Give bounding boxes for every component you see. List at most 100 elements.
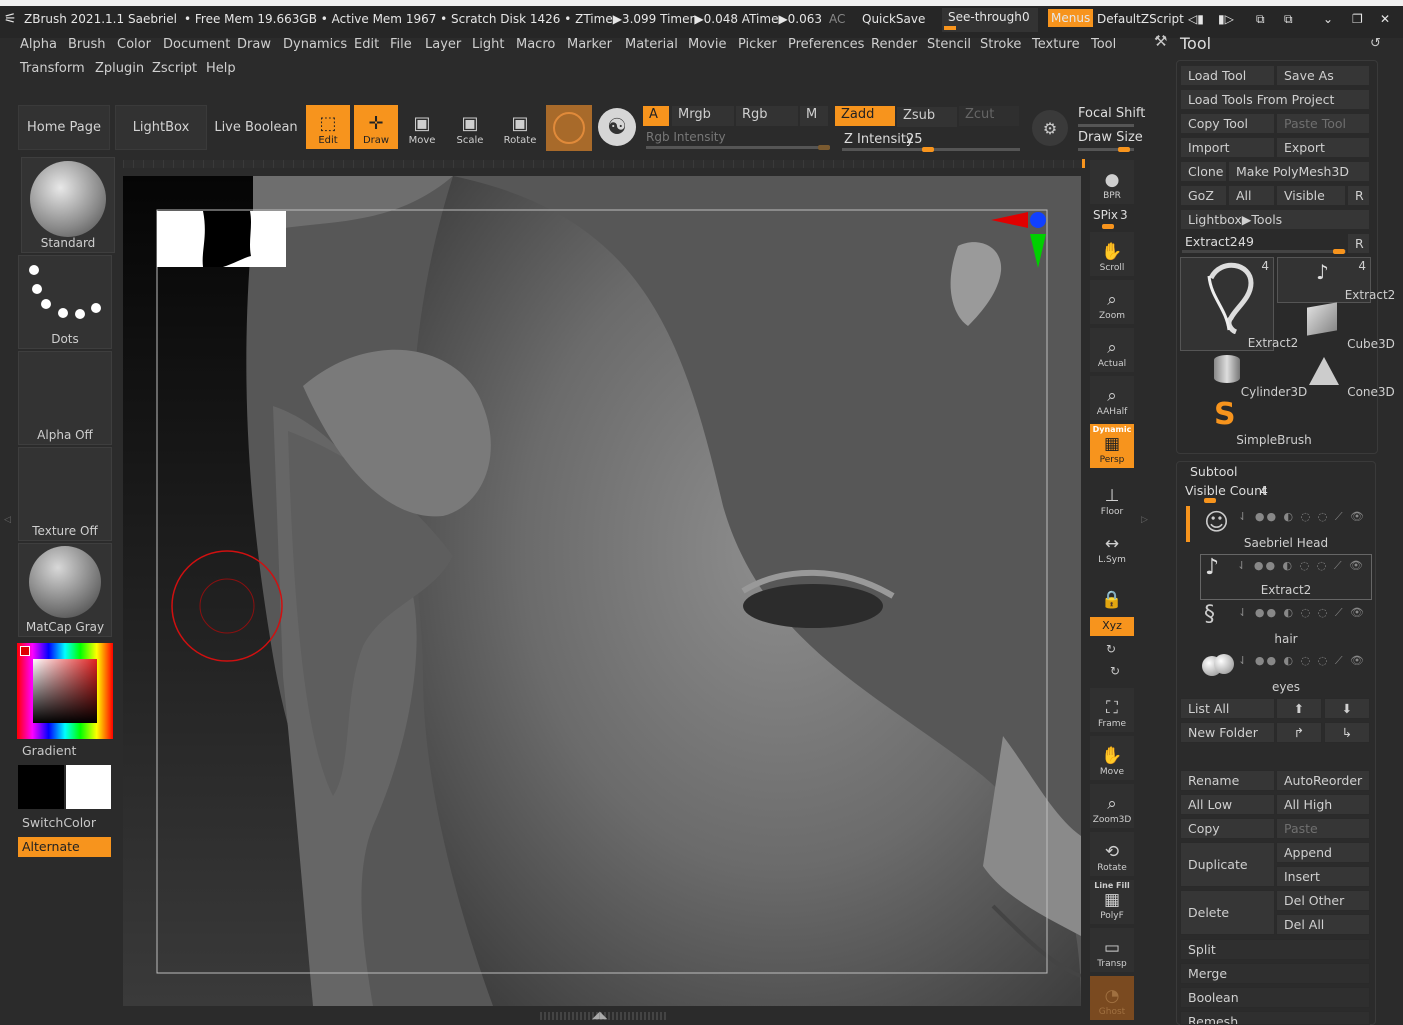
move-subtool-up-icon[interactable]: ⬆ xyxy=(1276,698,1322,719)
menu-dynamics[interactable]: Dynamics xyxy=(283,37,347,52)
menu-stencil[interactable]: Stencil xyxy=(927,37,971,52)
rotate-mode-button[interactable]: ▣ Rotate xyxy=(498,105,542,149)
lightbox-tools-button[interactable]: Lightbox▶Tools xyxy=(1180,209,1370,230)
edit-mode-button[interactable]: ⬚ Edit xyxy=(306,105,350,149)
layout-alt-icon[interactable]: ⧉ xyxy=(1284,12,1293,27)
bpr-button[interactable]: ● BPR xyxy=(1090,160,1134,204)
menu-texture[interactable]: Texture xyxy=(1032,37,1080,52)
minimize-icon[interactable]: ⌄ xyxy=(1323,12,1333,26)
tool-thumb-extract2[interactable]: ♪ 4 Extract2 xyxy=(1277,257,1395,303)
subtool-item[interactable]: ♪ ⇃ ●● ◐ ◌ ◌ ⟋ 👁 Extract2 xyxy=(1200,554,1372,600)
move-mode-button[interactable]: ▣ Move xyxy=(400,105,444,149)
subtool-item[interactable]: § ⇃ ●● ◐ ◌ ◌ ⟋ 👁 hair xyxy=(1200,602,1372,648)
menu-color[interactable]: Color xyxy=(117,37,151,52)
frame-button[interactable]: ⛶ Frame xyxy=(1090,688,1134,732)
rgb-intensity-slider[interactable] xyxy=(646,146,830,149)
color-selector[interactable] xyxy=(20,646,30,656)
move-view-button[interactable]: ✋ Move xyxy=(1090,736,1134,780)
paste-tool-button[interactable]: Paste Tool xyxy=(1276,113,1370,134)
zoom-button[interactable]: ⌕ Zoom xyxy=(1090,280,1134,324)
duplicate-button[interactable]: Duplicate xyxy=(1180,842,1275,887)
color-picker-square[interactable] xyxy=(33,659,97,723)
rgb-toggle[interactable]: Rgb xyxy=(736,106,798,126)
clone-button[interactable]: Clone xyxy=(1180,161,1227,182)
color-picker[interactable] xyxy=(17,643,113,739)
sculpt-viewport[interactable] xyxy=(123,176,1081,1006)
folder-arrow-icon[interactable]: ↳ xyxy=(1324,722,1370,743)
mrgb-toggle[interactable]: Mrgb xyxy=(672,106,734,126)
tool-thumb-cylinder3d[interactable]: Cylinder3D xyxy=(1180,353,1307,399)
alternate-button[interactable]: Alternate xyxy=(18,837,111,857)
make-polymesh3d-button[interactable]: Make PolyMesh3D xyxy=(1228,161,1370,182)
right-tray-collapse-icon[interactable]: ▷ xyxy=(1141,515,1148,525)
visible-count-slider[interactable] xyxy=(1204,498,1216,503)
spotlight-icon[interactable]: ☯ xyxy=(598,108,636,146)
menu-brush[interactable]: Brush xyxy=(68,37,106,52)
all-high-button[interactable]: All High xyxy=(1276,794,1370,815)
default-zscript-button[interactable]: DefaultZScript xyxy=(1097,12,1184,26)
delete-button[interactable]: Delete xyxy=(1180,890,1275,935)
rotate-view-button[interactable]: ⟲ Rotate xyxy=(1090,832,1134,876)
menu-macro[interactable]: Macro xyxy=(516,37,555,52)
subtool-toggle-icons[interactable]: ⇃ ●● ◐ ◌ ◌ ⟋ 👁 xyxy=(1238,510,1366,524)
switchcolor-button[interactable]: SwitchColor xyxy=(22,815,96,830)
xyz-button[interactable]: Xyz xyxy=(1090,617,1134,636)
rotate-z-icon[interactable]: ↻ xyxy=(1110,664,1120,678)
menu-picker[interactable]: Picker xyxy=(738,37,777,52)
menu-tool[interactable]: Tool xyxy=(1091,37,1116,52)
list-all-button[interactable]: List All xyxy=(1180,698,1275,719)
menu-marker[interactable]: Marker xyxy=(567,37,612,52)
tool-panel-reset-icon[interactable]: ↺ xyxy=(1370,36,1381,51)
goz-r-button[interactable]: R xyxy=(1347,185,1370,206)
goz-button[interactable]: GoZ xyxy=(1180,185,1227,206)
m-toggle[interactable]: M xyxy=(800,106,828,126)
menu-draw[interactable]: Draw xyxy=(237,37,271,52)
subtool-title[interactable]: Subtool xyxy=(1190,464,1237,479)
brush-settings-icon[interactable]: ⚙ xyxy=(1032,110,1068,146)
rotate-y-icon[interactable]: ↻ xyxy=(1106,642,1116,656)
import-button[interactable]: Import xyxy=(1180,137,1275,158)
scale-mode-button[interactable]: ▣ Scale xyxy=(448,105,492,149)
tool-thumb-cone3d[interactable]: Cone3D xyxy=(1277,353,1395,399)
load-tool-button[interactable]: Load Tool xyxy=(1180,65,1275,86)
a-toggle[interactable]: A xyxy=(643,106,669,126)
lsym-button[interactable]: ↔ L.Sym xyxy=(1090,524,1134,568)
material-thumbnail[interactable]: MatCap Gray xyxy=(18,543,112,637)
export-button[interactable]: Export xyxy=(1276,137,1370,158)
append-button[interactable]: Append xyxy=(1276,842,1370,863)
goz-visible-button[interactable]: Visible xyxy=(1276,185,1346,206)
autoreorder-button[interactable]: AutoReorder xyxy=(1276,770,1370,791)
tool-thumb-extract2-large[interactable]: 4 Extract2 xyxy=(1180,257,1298,351)
actual-button[interactable]: ⌕ Actual xyxy=(1090,328,1134,372)
persp-button[interactable]: Dynamic ▦ Persp xyxy=(1090,424,1134,468)
zoom3d-button[interactable]: ⌕ Zoom3D xyxy=(1090,784,1134,828)
subtool-toggle-icons[interactable]: ⇃ ●● ◐ ◌ ◌ ⟋ 👁 xyxy=(1238,606,1366,620)
lock-button[interactable]: 🔒 xyxy=(1090,570,1134,614)
subtool-toggle-icons[interactable]: ⇃ ●● ◐ ◌ ◌ ⟋ 👁 xyxy=(1238,654,1366,668)
copy-subtool-button[interactable]: Copy xyxy=(1180,818,1275,839)
rename-button[interactable]: Rename xyxy=(1180,770,1275,791)
draw-size-label[interactable]: Draw Size xyxy=(1078,130,1143,145)
menu-edit[interactable]: Edit xyxy=(354,37,379,52)
tool-thumb-cube3d[interactable]: Cube3D xyxy=(1277,302,1395,351)
zsub-toggle[interactable]: Zsub xyxy=(897,107,957,127)
maximize-icon[interactable]: ❐ xyxy=(1352,12,1363,26)
menu-stroke[interactable]: Stroke xyxy=(980,37,1021,52)
gradient-label[interactable]: Gradient xyxy=(22,743,76,758)
spix-slider[interactable] xyxy=(1102,224,1114,229)
menu-preferences[interactable]: Preferences xyxy=(788,37,864,52)
boolean-section[interactable]: Boolean xyxy=(1180,987,1370,1008)
menu-zplugin[interactable]: Zplugin xyxy=(95,61,144,76)
merge-section[interactable]: Merge xyxy=(1180,963,1370,984)
stroke-thumbnail[interactable]: Dots xyxy=(18,255,112,349)
document-canvas[interactable] xyxy=(123,176,1081,1006)
ghost-button[interactable]: ◔ Ghost xyxy=(1090,976,1134,1020)
transp-button[interactable]: ▭ Transp xyxy=(1090,928,1134,972)
split-section[interactable]: Split xyxy=(1180,939,1370,960)
bottom-tray-arrow-icon[interactable]: ◢◣ xyxy=(592,1010,607,1021)
focal-shift-slider[interactable] xyxy=(1078,124,1134,127)
tool-thumb-simplebrush[interactable]: S SimpleBrush xyxy=(1180,397,1312,447)
left-tray-collapse-icon[interactable]: ◁ xyxy=(4,515,11,525)
current-tool-slider[interactable] xyxy=(1182,250,1346,253)
lightbox-button[interactable]: LightBox xyxy=(115,105,207,150)
